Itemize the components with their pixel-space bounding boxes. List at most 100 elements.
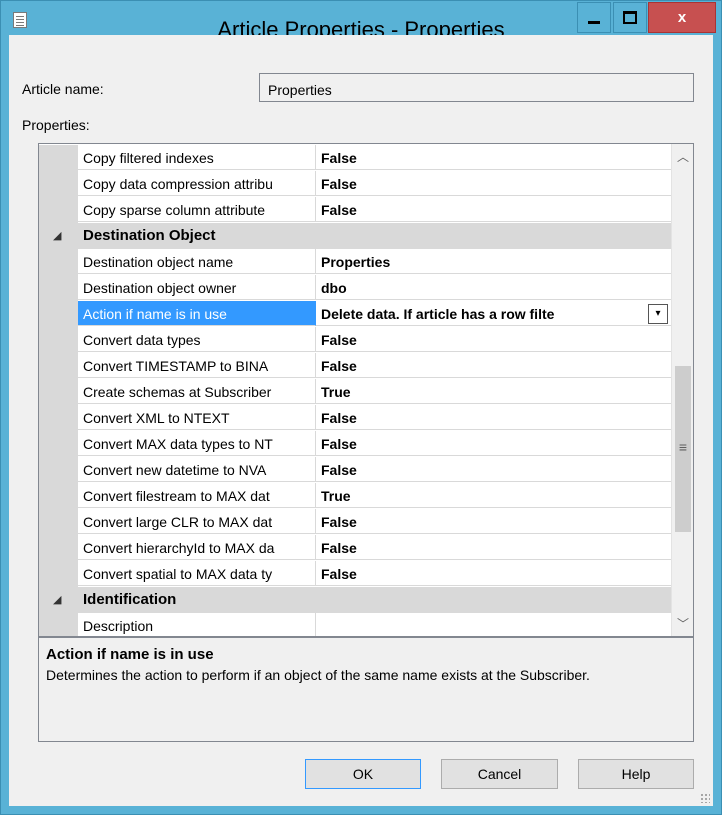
article-name-field: Properties — [259, 73, 694, 102]
dialog-window: Article Properties - Properties x Articl… — [0, 0, 722, 815]
property-value-text: Delete data. If article has a row filte — [321, 306, 555, 322]
dropdown-arrow-icon[interactable]: ▾ — [648, 304, 668, 324]
help-button[interactable]: Help — [578, 759, 694, 789]
property-value-text: True — [321, 384, 351, 400]
row-gutter — [39, 301, 78, 327]
category-row[interactable]: ◢ Destination Object — [39, 223, 671, 249]
property-value[interactable]: False — [316, 561, 671, 586]
property-row[interactable]: Action if name is in use Delete data. If … — [39, 301, 671, 327]
property-value-text: dbo — [321, 280, 347, 296]
property-value-text: False — [321, 176, 357, 192]
property-row[interactable]: Create schemas at Subscriber True — [39, 379, 671, 405]
property-value[interactable]: False — [316, 509, 671, 534]
ok-button[interactable]: OK — [305, 759, 421, 789]
property-value[interactable]: False — [316, 405, 671, 430]
property-row[interactable]: Convert large CLR to MAX dat False — [39, 509, 671, 535]
property-name[interactable]: Convert TIMESTAMP to BINA — [78, 353, 316, 378]
property-name[interactable]: Create schemas at Subscriber — [78, 379, 316, 404]
property-row[interactable]: Destination object name Properties — [39, 249, 671, 275]
property-name[interactable]: Destination object owner — [78, 275, 316, 300]
close-button[interactable]: x — [648, 2, 716, 33]
property-name[interactable]: Convert hierarchyId to MAX da — [78, 535, 316, 560]
property-value-text: Properties — [321, 254, 391, 270]
property-value-text: False — [321, 514, 357, 530]
resize-grip-icon[interactable] — [700, 793, 710, 803]
row-gutter — [39, 145, 78, 171]
row-gutter — [39, 431, 78, 457]
row-gutter — [39, 379, 78, 405]
property-row[interactable]: Convert data types False — [39, 327, 671, 353]
property-value[interactable]: False — [316, 171, 671, 196]
property-name[interactable]: Convert XML to NTEXT — [78, 405, 316, 430]
collapse-arrow-icon[interactable]: ◢ — [53, 223, 61, 249]
property-value[interactable]: dbo — [316, 275, 671, 300]
property-name[interactable]: Convert large CLR to MAX dat — [78, 509, 316, 534]
scroll-thumb[interactable]: ≡ — [675, 366, 691, 532]
description-text: Determines the action to perform if an o… — [46, 667, 590, 683]
row-gutter — [39, 249, 78, 275]
row-gutter — [39, 275, 78, 301]
property-name[interactable]: Convert filestream to MAX dat — [78, 483, 316, 508]
property-row[interactable]: Copy data compression attribu False — [39, 171, 671, 197]
row-gutter — [39, 483, 78, 509]
property-value[interactable]: Properties — [316, 249, 671, 274]
description-panel: Action if name is in use Determines the … — [38, 637, 694, 742]
property-row[interactable]: Destination object owner dbo — [39, 275, 671, 301]
row-gutter — [39, 535, 78, 561]
properties-label: Properties: — [22, 117, 90, 133]
scroll-up-icon[interactable]: ︿ — [672, 146, 693, 168]
property-row[interactable]: Convert TIMESTAMP to BINA False — [39, 353, 671, 379]
property-name[interactable]: Convert data types — [78, 327, 316, 352]
property-name[interactable]: Copy data compression attribu — [78, 171, 316, 196]
property-row[interactable]: Copy sparse column attribute False — [39, 197, 671, 223]
scroll-down-icon[interactable]: ﹀ — [672, 613, 693, 635]
property-value[interactable]: Delete data. If article has a row filte ▾ — [316, 301, 671, 326]
property-grid[interactable]: Copy filtered indexes False Copy data comp… — [38, 143, 694, 637]
property-row[interactable]: Convert filestream to MAX dat True — [39, 483, 671, 509]
minimize-button[interactable] — [577, 2, 611, 33]
row-gutter — [39, 561, 78, 587]
row-gutter — [39, 353, 78, 379]
property-name[interactable]: Action if name is in use — [78, 301, 316, 326]
property-name[interactable]: Convert MAX data types to NT — [78, 431, 316, 456]
maximize-icon — [623, 11, 637, 24]
property-row[interactable]: Convert hierarchyId to MAX da False — [39, 535, 671, 561]
property-row[interactable]: Convert new datetime to NVA False — [39, 457, 671, 483]
property-value[interactable]: False — [316, 457, 671, 482]
property-row[interactable]: Convert spatial to MAX data ty False — [39, 561, 671, 587]
property-value[interactable]: True — [316, 483, 671, 508]
property-row[interactable]: Copy filtered indexes False — [39, 145, 671, 171]
property-name[interactable]: Description — [78, 613, 316, 636]
property-value[interactable]: False — [316, 145, 671, 170]
property-name[interactable]: Convert spatial to MAX data ty — [78, 561, 316, 586]
description-title: Action if name is in use — [46, 646, 214, 663]
dialog-body: Article name: Properties Properties: Cop… — [9, 35, 713, 806]
property-value[interactable]: True — [316, 379, 671, 404]
property-row[interactable]: Convert MAX data types to NT False — [39, 431, 671, 457]
property-name[interactable]: Destination object name — [78, 249, 316, 274]
vertical-scrollbar[interactable]: ︿ ≡ ﹀ — [671, 144, 693, 636]
category-row[interactable]: ◢ Identification — [39, 587, 671, 613]
property-name[interactable]: Copy sparse column attribute — [78, 197, 316, 222]
property-name[interactable]: Copy filtered indexes — [78, 145, 316, 170]
property-row[interactable]: Convert XML to NTEXT False — [39, 405, 671, 431]
property-value[interactable]: False — [316, 535, 671, 560]
collapse-arrow-icon[interactable]: ◢ — [53, 587, 61, 613]
cancel-button[interactable]: Cancel — [441, 759, 558, 789]
property-value[interactable] — [316, 613, 671, 636]
article-name-label: Article name: — [22, 81, 104, 97]
property-value-text: False — [321, 202, 357, 218]
property-value[interactable]: False — [316, 353, 671, 378]
property-value[interactable]: False — [316, 431, 671, 456]
property-name[interactable]: Convert new datetime to NVA — [78, 457, 316, 482]
property-value-text: False — [321, 566, 357, 582]
title-bar[interactable]: Article Properties - Properties x — [1, 1, 721, 42]
property-row[interactable]: Description — [39, 613, 671, 636]
property-value[interactable]: False — [316, 197, 671, 222]
property-value[interactable]: False — [316, 327, 671, 352]
property-value-text: False — [321, 332, 357, 348]
row-gutter — [39, 457, 78, 483]
category-label: Destination Object — [83, 227, 216, 244]
maximize-button[interactable] — [613, 2, 647, 33]
row-gutter — [39, 509, 78, 535]
